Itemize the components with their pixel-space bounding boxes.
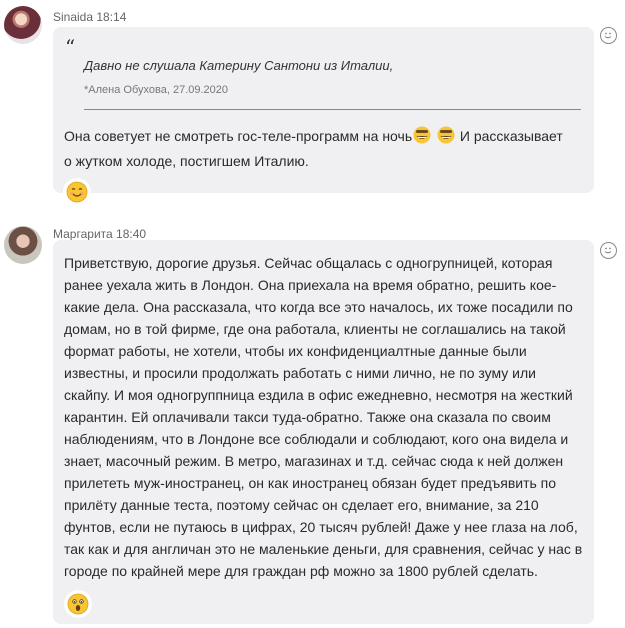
message-meta: Sinaida 18:14	[53, 10, 126, 24]
grinning-sweat-emoji-icon	[413, 126, 431, 150]
add-reaction-button[interactable]	[600, 27, 617, 44]
message-text-part: Она советует не смотреть гос-теле-програ…	[64, 128, 413, 144]
add-reaction-button[interactable]	[600, 242, 617, 259]
quote-author: *Алена Обухова, 27.09.2020	[84, 84, 229, 96]
message-text: Приветствую, дорогие друзья. Сейчас обща…	[64, 255, 583, 579]
avatar[interactable]	[4, 226, 42, 264]
smiling-emoji-icon	[66, 181, 88, 203]
surprised-emoji-icon	[67, 593, 89, 615]
quote-divider	[84, 109, 581, 110]
reaction-badge[interactable]	[63, 178, 91, 206]
author-name[interactable]: Sinaida	[53, 10, 93, 24]
timestamp: 18:40	[116, 227, 147, 241]
author-name[interactable]: Маргарита	[53, 227, 113, 241]
message-meta: Маргарита 18:40	[53, 227, 146, 241]
reaction-badge[interactable]	[64, 590, 92, 618]
quote-icon: “	[65, 35, 76, 59]
timestamp: 18:14	[96, 10, 127, 24]
quote-text: Давно не слушала Катерину Сантони из Ита…	[84, 58, 394, 73]
message-bubble: “ Давно не слушала Катерину Сантони из И…	[53, 27, 594, 206]
message-text: Она советует не смотреть гос-теле-програ…	[64, 125, 564, 172]
message-bubble: Приветствую, дорогие друзья. Сейчас обща…	[53, 240, 594, 624]
avatar[interactable]	[4, 6, 42, 44]
grinning-sweat-emoji-icon	[437, 126, 455, 150]
